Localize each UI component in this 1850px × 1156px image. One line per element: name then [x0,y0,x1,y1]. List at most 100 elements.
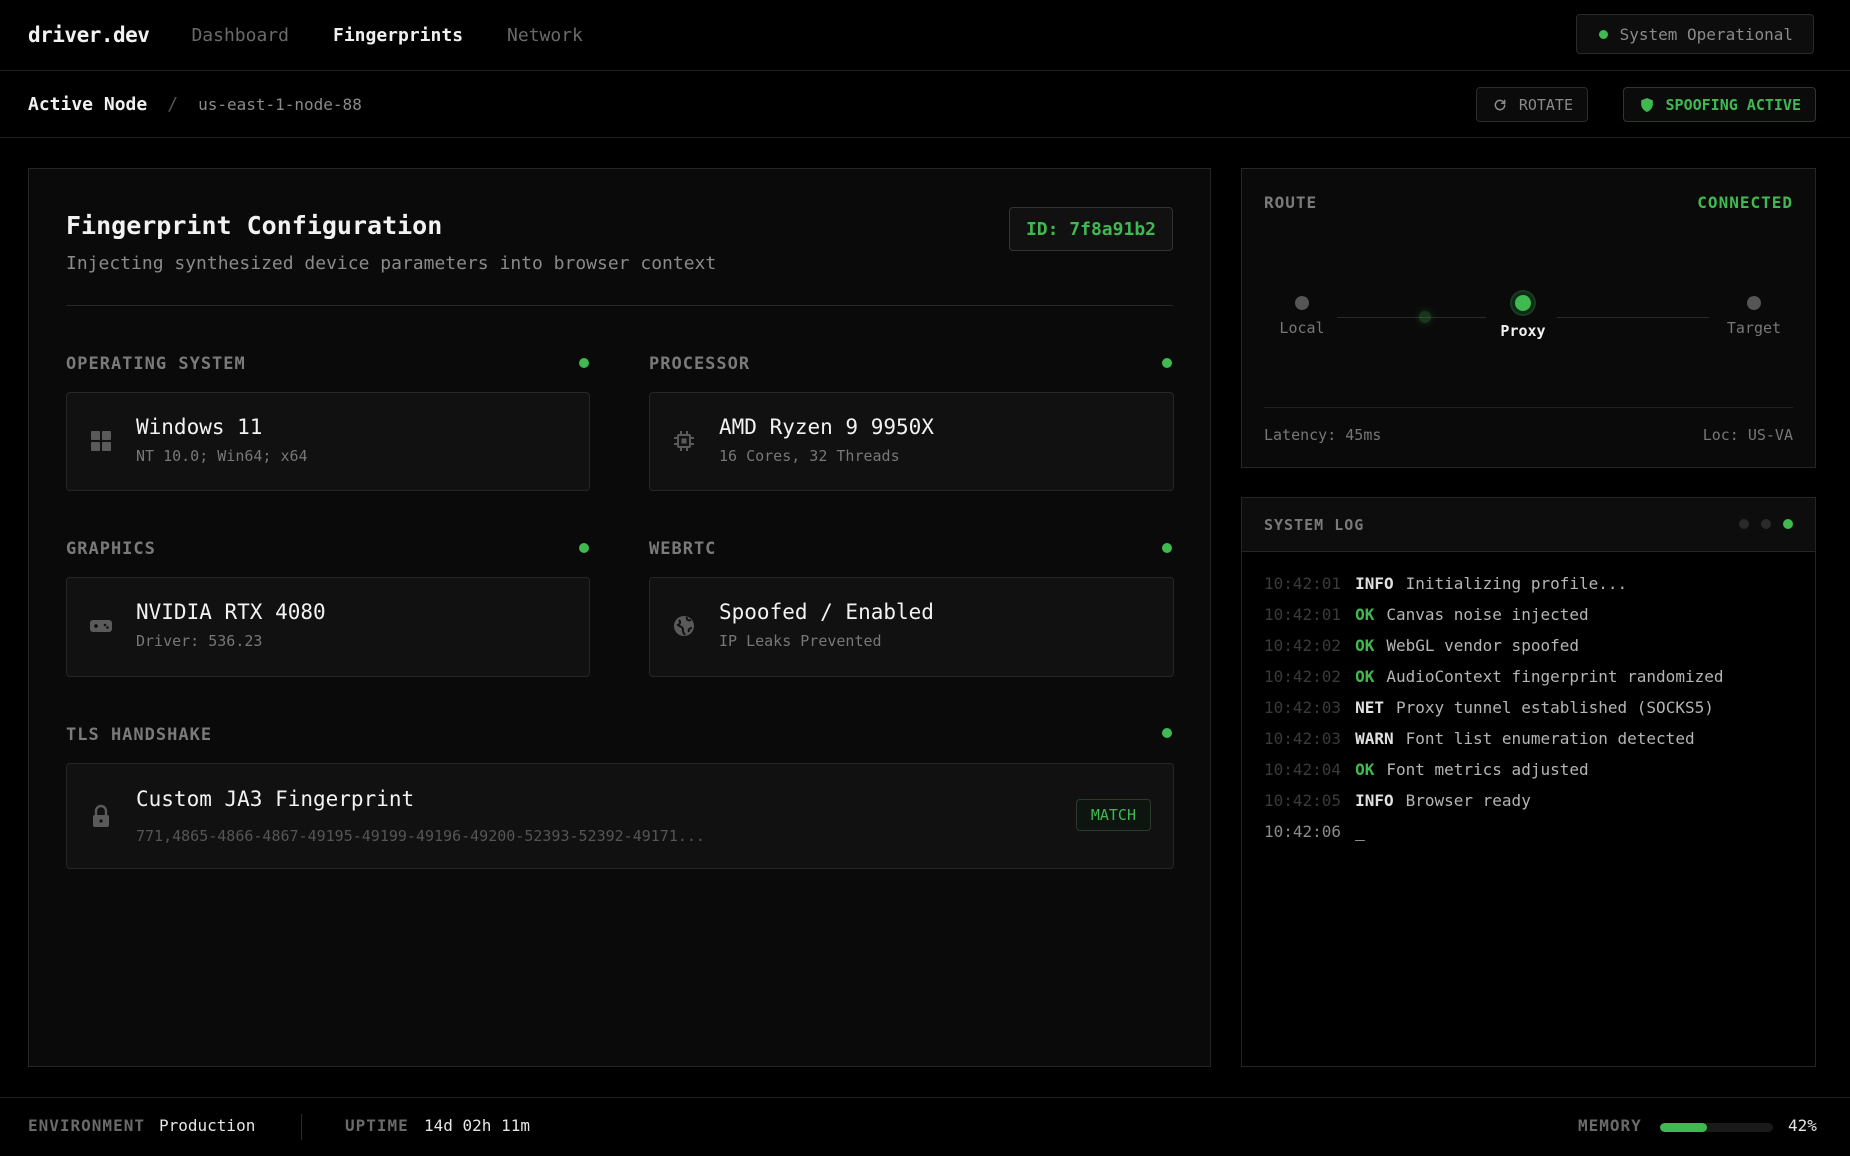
log-time: 10:42:03 [1264,698,1342,717]
webrtc-value: Spoofed / Enabled [719,600,934,624]
gpu-detail: Driver: 536.23 [136,632,263,650]
log-entry: 10:42:03 NET Proxy tunnel established (SOC… [1264,692,1723,723]
log-current-time: 10:42:06 [1264,822,1342,841]
system-log-indicators [1739,519,1793,529]
lock-icon [93,804,109,827]
route-node-target-label: Target [1726,319,1782,337]
log-level: INFO [1355,791,1394,810]
webrtc-card[interactable]: Spoofed / Enabled IP Leaks Prevented [649,577,1174,677]
route-node-proxy-label: Proxy [1500,322,1546,340]
nav-network[interactable]: Network [507,25,583,46]
webrtc-status-dot [1162,543,1172,553]
config-subtitle: Injecting synthesized device parameters … [66,253,717,274]
match-badge: MATCH [1075,799,1151,831]
system-status-badge: System Operational [1575,14,1814,54]
memory-bar [1660,1123,1773,1132]
os-card[interactable]: Windows 11 NT 10.0; Win64; x64 [66,392,590,491]
config-divider [66,305,1173,306]
log-time: 10:42:05 [1264,791,1342,810]
log-time: 10:42:01 [1264,574,1342,593]
status-dot-icon [1598,29,1608,39]
globe-icon [674,616,694,636]
log-message: Initializing profile... [1405,574,1628,593]
log-time: 10:42:04 [1264,760,1342,779]
tls-section-label: TLS HANDSHAKE [66,725,213,745]
cpu-icon [674,431,694,451]
gamepad-icon [90,620,112,632]
route-node-local[interactable] [1295,296,1309,310]
refresh-icon [1494,99,1506,110]
log-level: NET [1355,698,1384,717]
top-nav-bar: driver.dev Dashboard Fingerprints Networ… [0,0,1850,71]
route-link-proxy-target [1557,317,1709,318]
log-level: INFO [1355,574,1394,593]
tls-value: Custom JA3 Fingerprint [136,787,415,811]
log-entry: 10:42:02 OK WebGL vendor spoofed [1264,630,1723,661]
route-status: CONNECTED [1697,193,1793,212]
log-indicator-dot [1761,519,1771,529]
rotate-label: ROTATE [1518,95,1573,114]
uptime-label: UPTIME [345,1116,409,1135]
log-cursor: _ [1355,822,1365,841]
log-time: 10:42:03 [1264,729,1342,748]
log-prompt-line: 10:42:06 _ [1264,816,1723,847]
log-level: WARN [1355,729,1394,748]
windows-icon [91,431,111,451]
latency-readout: Latency: 45ms [1264,426,1382,444]
shield-icon [1640,97,1653,112]
tls-status-dot [1162,728,1172,738]
spoofing-active-button[interactable]: SPOOFING ACTIVE [1622,87,1816,122]
node-bar: Active Node / us-east-1-node-88 ROTATE S… [0,72,1850,138]
status-footer: ENVIRONMENT Production UPTIME 14d 02h 11… [0,1097,1850,1156]
gpu-card[interactable]: NVIDIA RTX 4080 Driver: 536.23 [66,577,590,677]
log-lines[interactable]: 10:42:01 INFO Initializing profile... 10:4… [1264,568,1723,847]
cpu-detail: 16 Cores, 32 Threads [719,447,900,465]
footer-separator [301,1114,302,1140]
cpu-section-label: PROCESSOR [649,354,751,374]
route-packet-indicator [1419,311,1431,323]
brand-logo[interactable]: driver.dev [28,23,150,47]
uptime-value: 14d 02h 11m [424,1116,530,1135]
os-section-label: OPERATING SYSTEM [66,354,246,374]
gpu-section-label: GRAPHICS [66,539,156,559]
route-node-proxy[interactable] [1512,292,1534,314]
log-entry: 10:42:03 WARN Font list enumeration detect… [1264,723,1723,754]
log-entry: 10:42:02 OK AudioContext fingerprint rando… [1264,661,1723,692]
log-time: 10:42:02 [1264,667,1342,686]
spoofing-label: SPOOFING ACTIVE [1665,95,1801,114]
cpu-card[interactable]: AMD Ryzen 9 9950X 16 Cores, 32 Threads [649,392,1174,491]
breadcrumb-separator: / [167,94,179,115]
environment-label: ENVIRONMENT [28,1116,145,1135]
log-entry: 10:42:05 INFO Browser ready [1264,785,1723,816]
gpu-status-dot [579,543,589,553]
rotate-button[interactable]: ROTATE [1475,87,1588,122]
log-entry: 10:42:04 OK Font metrics adjusted [1264,754,1723,785]
route-node-target[interactable] [1747,296,1761,310]
route-node-local-label: Local [1279,319,1325,337]
memory-bar-fill [1660,1123,1708,1132]
system-log-panel: SYSTEM LOG 10:42:01 INFO Initializing prof… [1241,497,1816,1067]
log-message: Proxy tunnel established (SOCKS5) [1395,698,1714,717]
log-indicator-dot [1739,519,1749,529]
os-value: Windows 11 [136,415,263,439]
config-title: Fingerprint Configuration [66,211,443,240]
environment-value: Production [159,1116,256,1135]
system-log-header: SYSTEM LOG [1242,498,1815,552]
profile-id-badge[interactable]: ID: 7f8a91b2 [1008,207,1173,251]
log-level: OK [1355,667,1375,686]
log-entry: 10:42:01 OK Canvas noise injected [1264,599,1723,630]
os-detail: NT 10.0; Win64; x64 [136,447,308,465]
nav-dashboard[interactable]: Dashboard [191,25,289,46]
cpu-value: AMD Ryzen 9 9950X [719,415,934,439]
log-time: 10:42:01 [1264,605,1342,624]
log-time: 10:42:02 [1264,636,1342,655]
log-level: OK [1355,636,1375,655]
nav-fingerprints[interactable]: Fingerprints [333,25,463,46]
tls-card[interactable]: Custom JA3 Fingerprint 771,4865-4866-486… [66,763,1174,869]
system-log-title: SYSTEM LOG [1264,516,1365,534]
webrtc-section-label: WEBRTC [649,539,717,559]
breadcrumb-root[interactable]: Active Node [28,94,147,115]
log-entry: 10:42:01 INFO Initializing profile... [1264,568,1723,599]
cpu-status-dot [1162,358,1172,368]
memory-percent: 42% [1788,1116,1817,1135]
